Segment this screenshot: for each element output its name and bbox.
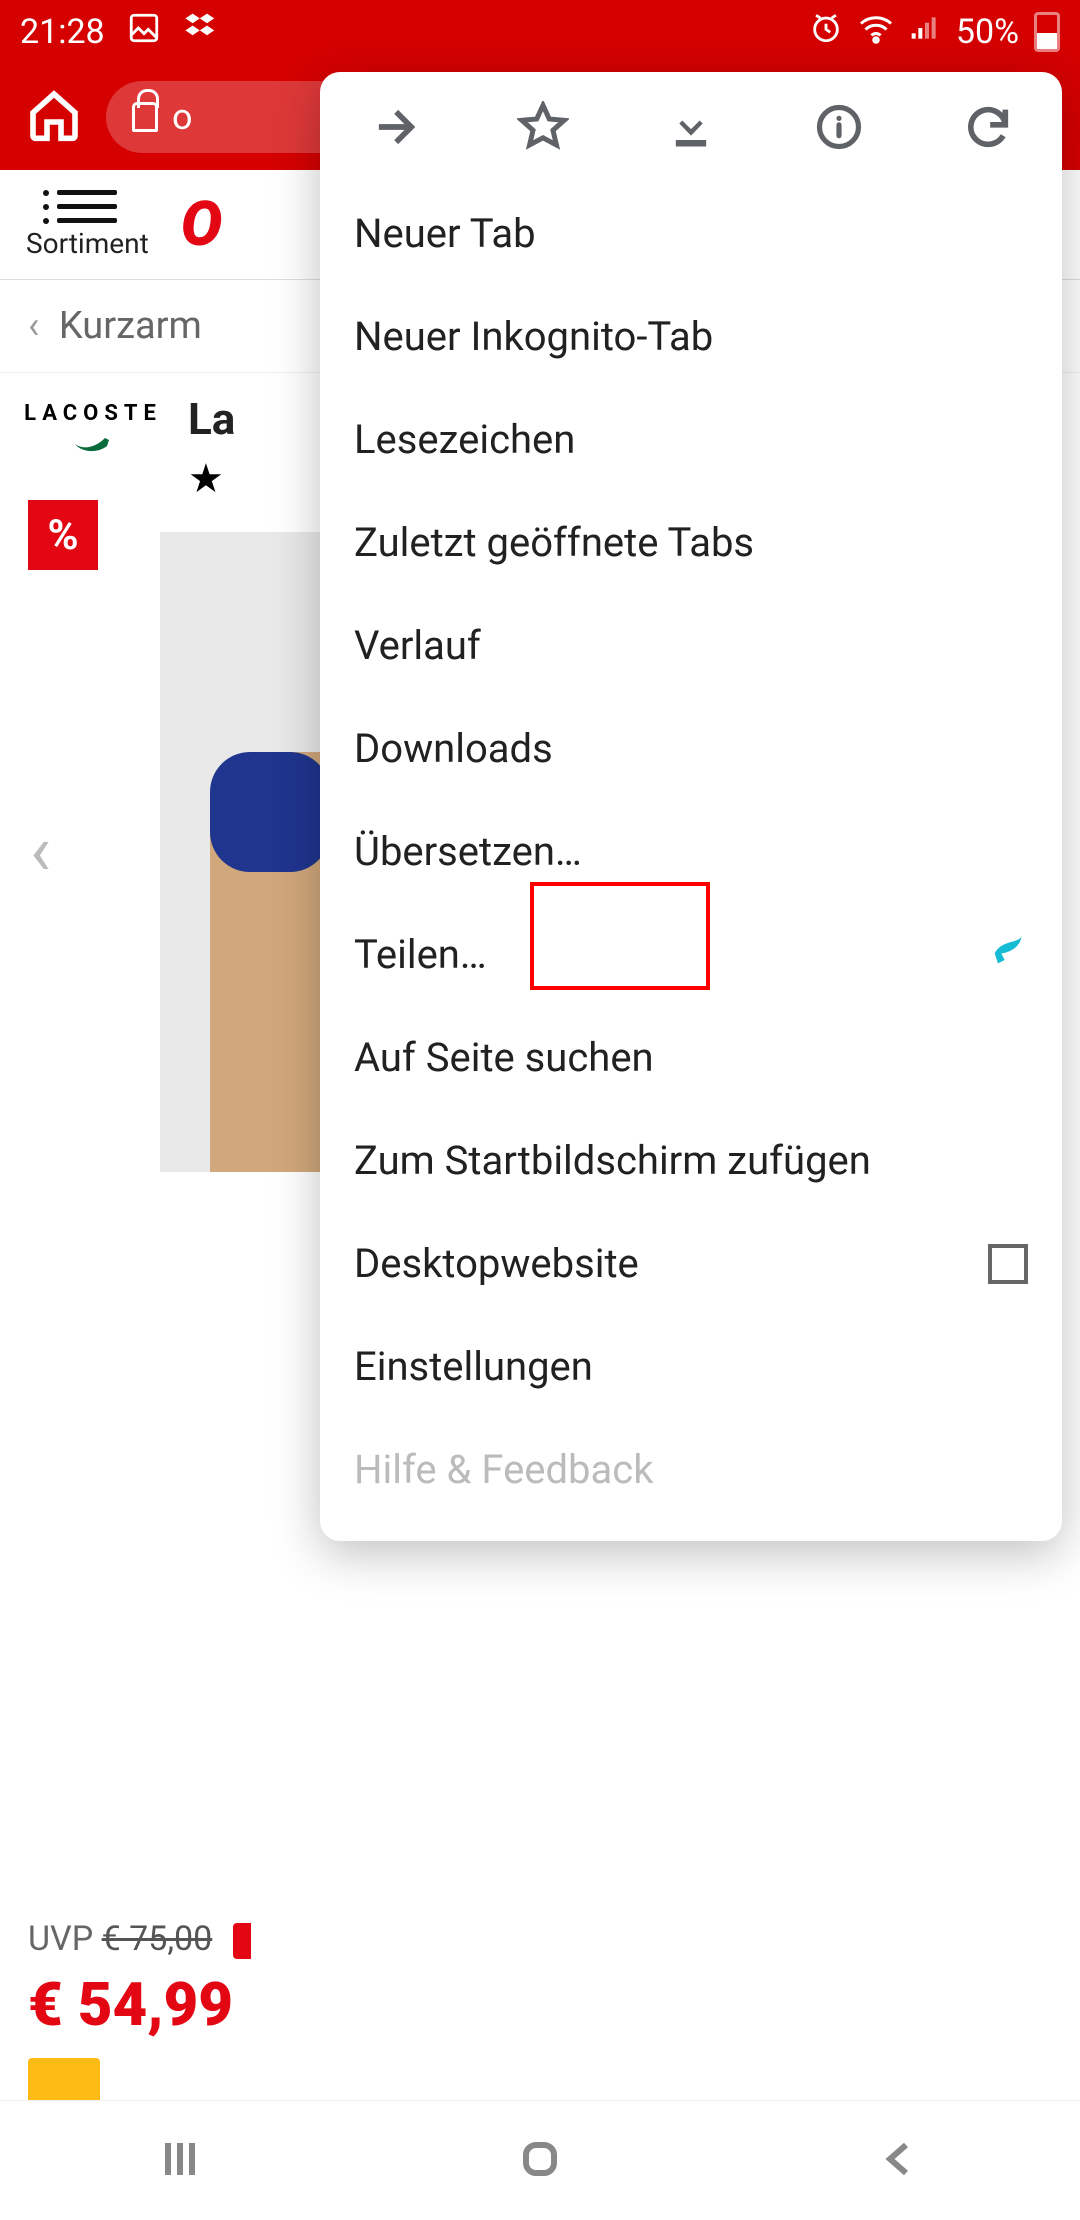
- bookmark-star-button[interactable]: [513, 97, 573, 157]
- desktop-site-checkbox[interactable]: [988, 1244, 1028, 1284]
- menu-translate[interactable]: Übersetzen…: [320, 800, 1062, 903]
- dropbox-icon: [183, 10, 219, 55]
- signal-icon: [909, 12, 941, 53]
- image-icon: [127, 11, 161, 54]
- brand-name: LACOSTE: [24, 401, 162, 426]
- menu-recent-tabs[interactable]: Zuletzt geöffnete Tabs: [320, 491, 1062, 594]
- wifi-icon: [858, 10, 894, 55]
- brand-logo[interactable]: LACOSTE: [28, 393, 158, 502]
- status-bar: 21:28 50%: [0, 0, 1080, 64]
- menu-bookmarks[interactable]: Lesezeichen: [320, 388, 1062, 491]
- battery-percent: 50%: [956, 12, 1019, 52]
- menu-settings[interactable]: Einstellungen: [320, 1315, 1062, 1418]
- menu-share[interactable]: Teilen…: [320, 903, 1062, 1006]
- product-price: € 54,99: [28, 1969, 251, 2040]
- pricing-block: UVP € 75,00 € 54,99: [28, 1919, 251, 2040]
- menu-history[interactable]: Verlauf: [320, 594, 1062, 697]
- forward-button[interactable]: [364, 97, 424, 157]
- breadcrumb-label: Kurzarm: [59, 304, 202, 348]
- product-title: La: [188, 393, 235, 445]
- alarm-icon: [809, 11, 843, 54]
- discount-pill: [233, 1923, 251, 1959]
- menu-desktop-site[interactable]: Desktopwebsite: [320, 1212, 1062, 1315]
- star-rating[interactable]: ★: [188, 455, 235, 502]
- uvp-price: € 75,00: [102, 1919, 213, 1959]
- download-button[interactable]: [661, 97, 721, 157]
- sortiment-button[interactable]: Sortiment: [26, 190, 149, 260]
- menu-find-in-page[interactable]: Auf Seite suchen: [320, 1006, 1062, 1109]
- reload-button[interactable]: [958, 97, 1018, 157]
- url-text: o: [172, 96, 193, 138]
- menu-downloads[interactable]: Downloads: [320, 697, 1062, 800]
- sale-badge: %: [28, 500, 98, 570]
- otto-logo[interactable]: O: [181, 188, 220, 261]
- prev-image-button[interactable]: ‹: [30, 810, 51, 892]
- home-button[interactable]: [26, 87, 82, 147]
- lock-icon: [132, 102, 158, 132]
- browser-overflow-menu: Neuer Tab Neuer Inkognito-Tab Lesezeiche…: [320, 72, 1062, 1541]
- nav-recent-button[interactable]: [156, 2135, 204, 2187]
- hamburger-icon: [57, 190, 117, 223]
- nav-back-button[interactable]: [876, 2135, 924, 2187]
- share-app-icon: [988, 930, 1028, 980]
- android-nav-bar: [0, 2100, 1080, 2220]
- battery-icon: [1034, 12, 1060, 52]
- menu-icon-row: [320, 72, 1062, 182]
- menu-add-to-homescreen[interactable]: Zum Startbildschirm zufügen: [320, 1109, 1062, 1212]
- chevron-left-icon: ‹: [28, 304, 39, 348]
- payment-badge: [28, 2058, 100, 2100]
- page-info-button[interactable]: [809, 97, 869, 157]
- menu-help-feedback[interactable]: Hilfe & Feedback: [320, 1418, 1062, 1521]
- status-time: 21:28: [20, 12, 105, 52]
- menu-new-tab[interactable]: Neuer Tab: [320, 182, 1062, 285]
- sortiment-label: Sortiment: [26, 227, 149, 260]
- uvp-label: UVP: [28, 1919, 93, 1959]
- nav-home-button[interactable]: [516, 2135, 564, 2187]
- menu-new-incognito-tab[interactable]: Neuer Inkognito-Tab: [320, 285, 1062, 388]
